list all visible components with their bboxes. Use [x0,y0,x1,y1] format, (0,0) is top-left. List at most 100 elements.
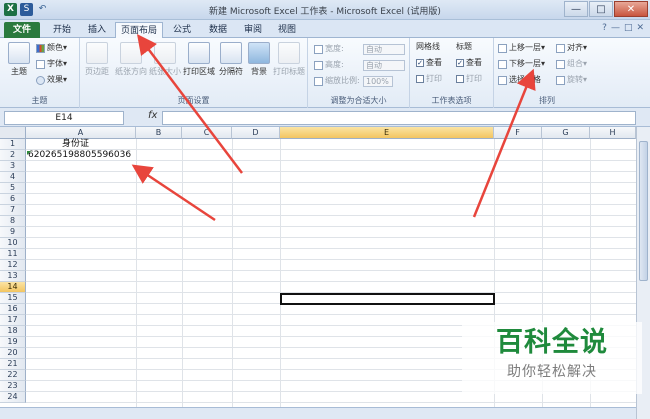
send-backward-icon [498,59,507,69]
row-header-14[interactable]: 14 [0,282,26,293]
row-line [26,171,636,172]
column-header-e[interactable]: E [280,127,494,139]
row-header-7[interactable]: 7 [0,205,26,216]
row-header-6[interactable]: 6 [0,194,26,205]
print-titles-button[interactable]: 打印标题 [272,42,306,77]
background-button[interactable]: 背景 [246,42,272,77]
row-header-18[interactable]: 18 [0,326,26,337]
paper-size-button[interactable]: 纸张大小 [148,42,182,77]
ribbon-restore-icon[interactable]: □ [624,23,633,33]
column-header-g[interactable]: G [542,127,590,139]
help-icon[interactable]: ? [602,23,607,33]
row-header-20[interactable]: 20 [0,348,26,359]
theme-fonts-button[interactable]: 字体▾ [36,58,67,70]
colors-icon [36,43,45,53]
row-line [26,314,636,315]
themes-group: 主题 颜色▾ 字体▾ 效果▾ 主题 [0,38,80,108]
scale-setting: 缩放比例: 100% [314,75,393,87]
tab-home[interactable]: 开始 [44,22,80,38]
row-header-24[interactable]: 24 [0,392,26,403]
ribbon-close-icon[interactable]: ✕ [636,23,644,33]
column-header-h[interactable]: H [590,127,636,139]
row-header-17[interactable]: 17 [0,315,26,326]
column-header-f[interactable]: F [494,127,542,139]
close-button[interactable]: ✕ [614,1,648,17]
cell-a1[interactable]: 身份证 [62,139,89,150]
send-backward-button[interactable]: 下移一层▾ [498,58,545,70]
rotate-button[interactable]: 旋转▾ [556,74,587,86]
print-area-button[interactable]: 打印区域 [182,42,216,77]
scale-spinner[interactable]: 100% [363,75,393,87]
row-header-2[interactable]: 2 [0,150,26,161]
theme-effects-button[interactable]: 效果▾ [36,74,67,86]
scale-to-fit-group-label: 调整为合适大小 [330,96,387,105]
insert-function-icon[interactable]: fx [148,110,157,121]
align-button[interactable]: 对齐▾ [556,42,587,54]
row-header-12[interactable]: 12 [0,260,26,271]
row-header-8[interactable]: 8 [0,216,26,227]
row-header-10[interactable]: 10 [0,238,26,249]
row-header-23[interactable]: 23 [0,381,26,392]
column-header-b[interactable]: B [136,127,182,139]
headings-view-checkbox[interactable]: ✓ 查看 [456,57,482,69]
row-header-19[interactable]: 19 [0,337,26,348]
themes-button[interactable]: 主题 [4,42,34,77]
orientation-button[interactable]: 纸张方向 [114,42,148,77]
row-header-5[interactable]: 5 [0,183,26,194]
orientation-icon [120,42,142,64]
width-icon [314,44,323,54]
breaks-button[interactable]: 分隔符 [216,42,246,77]
selection-pane-button[interactable]: 选择窗格 [498,74,541,86]
name-box[interactable]: E14 [4,111,124,125]
watermark: 百科全说 助你轻松解决 [462,322,642,394]
tab-view[interactable]: 视图 [270,22,304,38]
headings-print-checkbox[interactable]: 打印 [456,73,482,85]
gridlines-header: 网格线 [416,42,440,51]
row-header-16[interactable]: 16 [0,304,26,315]
sheet-tab-bar [0,407,636,419]
row-header-9[interactable]: 9 [0,227,26,238]
ribbon: 主题 颜色▾ 字体▾ 效果▾ 主题 页边距 纸张方向 纸张大小 打印区域 分隔符… [0,38,650,108]
row-header-13[interactable]: 13 [0,271,26,282]
width-combo[interactable]: 自动 [363,43,405,55]
margins-button[interactable]: 页边距 [82,42,112,77]
select-all-corner[interactable] [0,127,26,139]
ribbon-tab-row: 文件 开始 插入 页面布局 公式 数据 审阅 视图 ? — □ ✕ [0,20,650,39]
row-header-15[interactable]: 15 [0,293,26,304]
selected-cell-e14[interactable] [280,293,495,305]
column-header-c[interactable]: C [182,127,232,139]
ribbon-minimize-icon[interactable]: — [611,23,620,33]
tab-insert[interactable]: 插入 [80,22,114,38]
scrollbar-thumb[interactable] [639,141,648,281]
row-header-22[interactable]: 22 [0,370,26,381]
row-line [26,193,636,194]
tab-page-layout[interactable]: 页面布局 [115,22,163,39]
title-bar: X S ↶ 新建 Microsoft Excel 工作表 - Microsoft… [0,0,650,20]
height-combo[interactable]: 自动 [363,59,405,71]
row-line [26,402,636,403]
group-button[interactable]: 组合▾ [556,58,587,70]
cell-a2[interactable]: 620265198805596036 [28,150,131,161]
row-header-21[interactable]: 21 [0,359,26,370]
watermark-subtitle: 助你轻松解决 [507,364,597,380]
background-icon [248,42,270,64]
theme-colors-button[interactable]: 颜色▾ [36,42,67,54]
row-line [26,204,636,205]
minimize-button[interactable]: — [564,1,588,17]
row-header-3[interactable]: 3 [0,161,26,172]
tab-formulas[interactable]: 公式 [165,22,199,38]
gridlines-print-checkbox[interactable]: 打印 [416,73,442,85]
column-header-d[interactable]: D [232,127,280,139]
gridlines-view-checkbox[interactable]: ✓ 查看 [416,57,442,69]
row-header-1[interactable]: 1 [0,139,26,150]
row-header-11[interactable]: 11 [0,249,26,260]
row-header-4[interactable]: 4 [0,172,26,183]
maximize-button[interactable]: □ [589,1,613,17]
effects-icon [36,75,45,85]
tab-file[interactable]: 文件 [4,22,40,38]
tab-data[interactable]: 数据 [201,22,235,38]
formula-input[interactable] [162,111,636,125]
tab-review[interactable]: 审阅 [236,22,270,38]
bring-forward-button[interactable]: 上移一层▾ [498,42,545,54]
column-header-a[interactable]: A [26,127,136,139]
